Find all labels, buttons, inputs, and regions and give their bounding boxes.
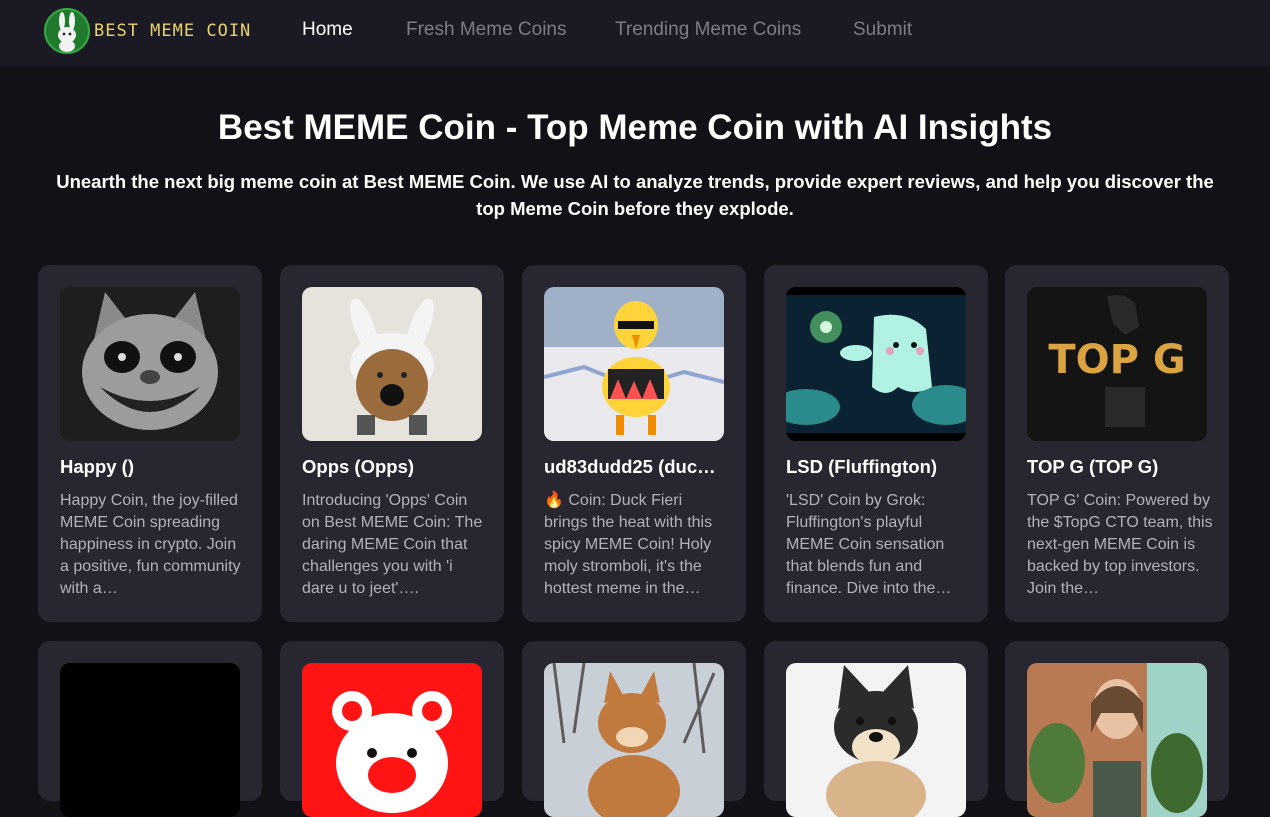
top-navbar: BEST MEME COIN Home Fresh Meme Coins Tre…: [0, 0, 1270, 66]
coin-card-happy[interactable]: Happy () Happy Coin, the joy-filled MEME…: [38, 265, 262, 622]
coin-thumbnail-duck: [544, 287, 724, 441]
nav-trending-meme-coins[interactable]: Trending Meme Coins: [615, 19, 801, 41]
coin-thumbnail: [786, 663, 966, 817]
coin-card[interactable]: [522, 641, 746, 817]
nav-fresh-meme-coins[interactable]: Fresh Meme Coins: [406, 19, 567, 41]
coin-card-opps[interactable]: Opps (Opps) Introducing 'Opps' Coin on B…: [280, 265, 504, 622]
coin-title: LSD (Fluffington): [786, 456, 938, 477]
page-title: Best MEME Coin - Top Meme Coin with AI I…: [217, 108, 1053, 147]
coin-thumbnail-opps: [302, 287, 482, 441]
coin-card-lsd[interactable]: LSD (Fluffington) 'LSD' Coin by Grok: Fl…: [764, 265, 988, 622]
coin-title: TOP G (TOP G): [1027, 456, 1159, 477]
coin-description: 🔥 Coin: Duck Fieri brings the heat with …: [544, 492, 713, 597]
coin-description: TOP G' Coin: Powered by the $TopG CTO te…: [1027, 492, 1213, 597]
page-subtitle: Unearth the next big meme coin at Best M…: [56, 171, 1214, 219]
coin-card-duck[interactable]: ud83dudd25 (duc… 🔥 Coin: Duck Fieri brin…: [522, 265, 746, 622]
coin-thumbnail: [1027, 663, 1207, 817]
coin-thumbnail-top-g: TOP G: [1027, 287, 1207, 441]
coin-title: ud83dudd25 (duc…: [544, 456, 716, 477]
coin-card-top-g[interactable]: TOP G TOP G (TOP G) TOP G' Coin: Powered…: [1005, 265, 1229, 622]
nav-submit[interactable]: Submit: [853, 19, 912, 41]
coin-card[interactable]: [280, 641, 504, 817]
coin-card[interactable]: [1005, 641, 1229, 817]
nav-home[interactable]: Home: [302, 19, 353, 41]
coin-card[interactable]: [764, 641, 988, 817]
coin-card[interactable]: [38, 641, 262, 817]
site-logo[interactable]: BEST MEME COIN: [44, 8, 251, 54]
logo-lettering-top: TOP G: [1048, 337, 1185, 383]
coin-title: Happy (): [60, 456, 134, 477]
coin-description: Introducing 'Opps' Coin on Best MEME Coi…: [302, 492, 483, 597]
logo-text: BEST MEME COIN: [94, 21, 252, 41]
coin-description: 'LSD' Coin by Grok: Fluffington's playfu…: [786, 492, 952, 597]
coin-thumbnail: [544, 663, 724, 817]
coin-thumbnail-lsd: [786, 287, 966, 441]
coin-thumbnail-happy: [60, 287, 240, 441]
rabbit-logo-icon: [44, 8, 90, 54]
coin-description: Happy Coin, the joy-filled MEME Coin spr…: [60, 492, 241, 597]
coin-thumbnail: [60, 663, 240, 817]
coin-thumbnail: [302, 663, 482, 817]
coin-title: Opps (Opps): [302, 456, 415, 477]
